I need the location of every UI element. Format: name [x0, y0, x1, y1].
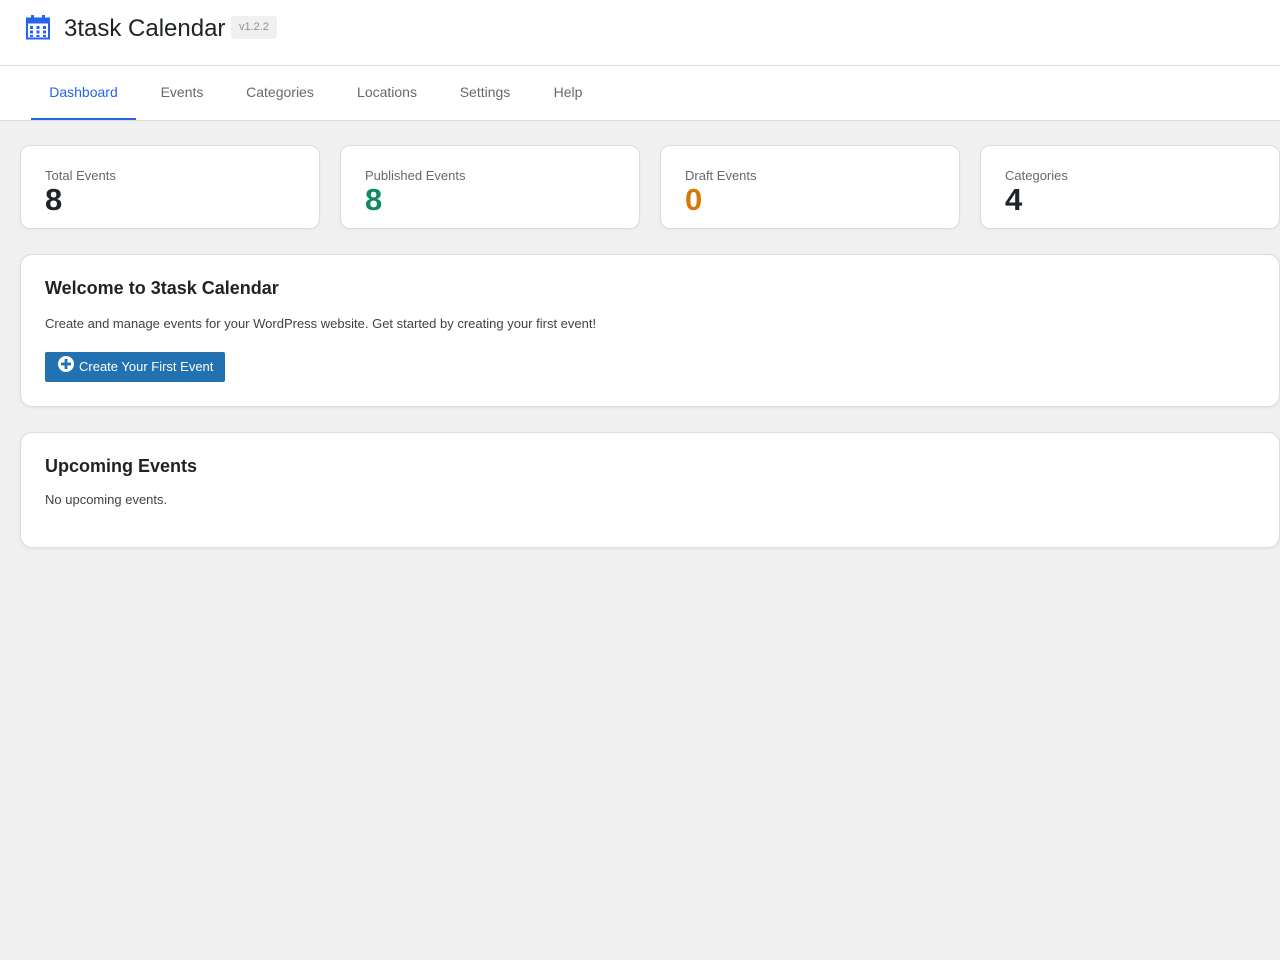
tab-help[interactable]: Help: [535, 66, 601, 120]
stat-value: 8: [365, 182, 383, 217]
welcome-description: Create and manage events for your WordPr…: [45, 316, 597, 331]
tab-events[interactable]: Events: [143, 66, 221, 120]
app-header: 3task Calendar v1.2.2: [0, 0, 1280, 66]
stat-value: 8: [45, 182, 63, 217]
nav-tabs: Dashboard Events Categories Locations Se…: [0, 66, 1280, 121]
calendar-icon: [26, 15, 50, 40]
upcoming-events-panel: Upcoming Events No upcoming events.: [20, 432, 1280, 548]
welcome-panel: Welcome to 3task Calendar Create and man…: [20, 254, 1280, 407]
upcoming-events-empty-text: No upcoming events.: [45, 492, 168, 507]
tab-settings[interactable]: Settings: [442, 66, 528, 120]
upcoming-events-title: Upcoming Events: [45, 456, 198, 476]
stat-card-published-events: Published Events 8: [340, 145, 640, 229]
create-first-event-button[interactable]: Create Your First Event: [45, 352, 225, 382]
stat-value: 0: [685, 182, 703, 217]
plus-circle-icon: [58, 356, 74, 372]
stat-value: 4: [1005, 182, 1023, 217]
stat-card-draft-events: Draft Events 0: [660, 145, 960, 229]
tab-dashboard[interactable]: Dashboard: [31, 66, 136, 120]
stat-card-categories: Categories 4: [980, 145, 1280, 229]
tab-locations[interactable]: Locations: [339, 66, 435, 120]
version-badge: v1.2.2: [231, 16, 277, 39]
app-title: 3task Calendar: [64, 15, 226, 42]
stat-card-total-events: Total Events 8: [20, 145, 320, 229]
welcome-title: Welcome to 3task Calendar: [45, 278, 279, 298]
tab-categories[interactable]: Categories: [228, 66, 332, 120]
create-first-event-label: Create Your First Event: [79, 359, 214, 374]
